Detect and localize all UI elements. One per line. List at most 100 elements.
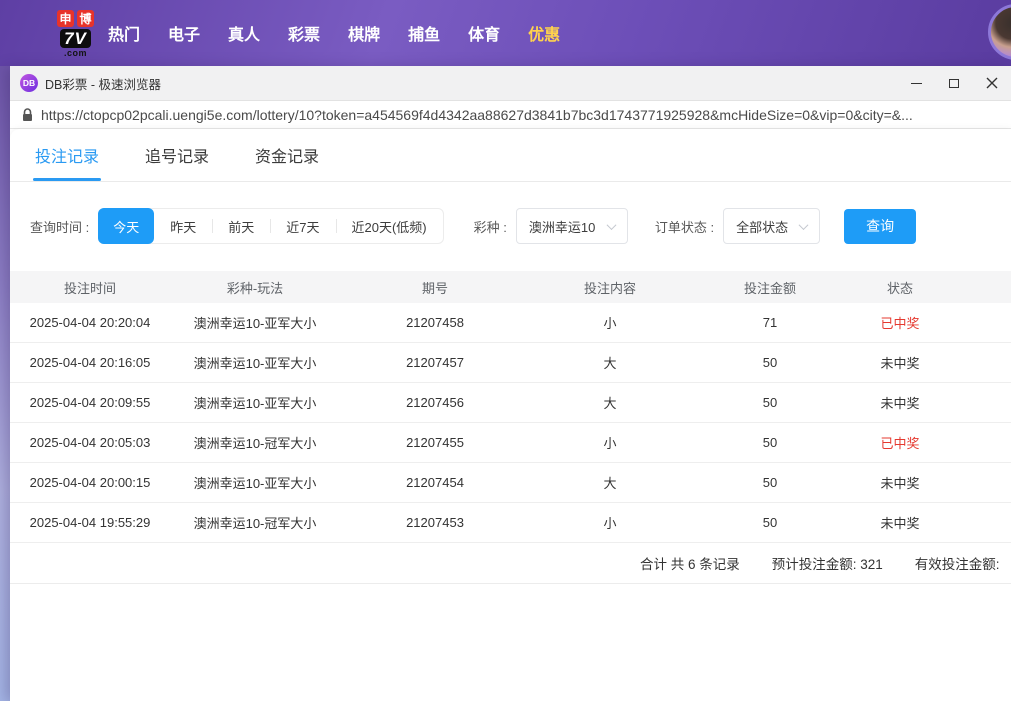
header-bet-amount: 投注金额 <box>690 278 850 297</box>
chevron-down-icon <box>788 223 807 230</box>
record-tabs: 投注记录追号记录资金记录 <box>10 129 1011 182</box>
url-text: https://ctopcp02pcali.uengi5e.com/lotter… <box>41 107 913 123</box>
logo-badge-2: 博 <box>77 10 94 27</box>
cell-bet-time: 2025-04-04 20:16:05 <box>10 355 170 370</box>
query-button[interactable]: 查询 <box>844 209 916 244</box>
cell-bet-content: 小 <box>530 313 690 332</box>
address-bar[interactable]: https://ctopcp02pcali.uengi5e.com/lotter… <box>10 101 1011 129</box>
user-avatar[interactable] <box>988 4 1011 60</box>
cell-bet-amount: 71 <box>690 315 850 330</box>
table-header-row: 投注时间 彩种-玩法 期号 投注内容 投注金额 状态 <box>10 271 1011 303</box>
lock-icon[interactable] <box>22 108 33 122</box>
tab-bet-records[interactable]: 投注记录 <box>35 129 99 181</box>
status-filter-label: 订单状态 : <box>655 217 714 236</box>
nav-item-slots[interactable]: 电子 <box>168 21 200 45</box>
lottery-select-value: 澳洲幸运10 <box>529 217 595 236</box>
table-summary-row: 合计 共 6 条记录 预计投注金额: 321 有效投注金额: <box>10 543 1011 584</box>
table-row: 2025-04-04 19:55:29 澳洲幸运10-冠军大小 21207453… <box>10 503 1011 543</box>
table-row: 2025-04-04 20:20:04 澳洲幸运10-亚军大小 21207458… <box>10 303 1011 343</box>
cell-bet-content: 大 <box>530 473 690 492</box>
time-option-today[interactable]: 今天 <box>98 208 154 244</box>
window-titlebar: DB DB彩票 - 极速浏览器 <box>10 66 1011 101</box>
maximize-icon <box>949 79 959 88</box>
browser-window: DB DB彩票 - 极速浏览器 https://ctopcp02pcali.ue… <box>10 66 1011 701</box>
cell-bet-time: 2025-04-04 20:09:55 <box>10 395 170 410</box>
header-game-play: 彩种-玩法 <box>170 278 340 297</box>
cell-bet-content: 大 <box>530 393 690 412</box>
cell-status: 未中奖 <box>850 393 950 412</box>
time-option-yesterday[interactable]: 昨天 <box>154 208 212 244</box>
filter-bar: 查询时间 : 今天昨天前天近7天近20天(低频) 彩种 : 澳洲幸运10 订单状… <box>10 182 1011 244</box>
cell-status: 已中奖 <box>850 313 950 332</box>
site-logo[interactable]: 申 博 7V .com <box>57 10 94 57</box>
cell-status: 未中奖 <box>850 473 950 492</box>
nav-item-hot[interactable]: 热门 <box>108 21 140 45</box>
time-filter-group: 今天昨天前天近7天近20天(低频) <box>98 208 443 244</box>
records-card: 投注记录追号记录资金记录 查询时间 : 今天昨天前天近7天近20天(低频) 彩种… <box>10 129 1011 701</box>
cell-game-play: 澳洲幸运10-亚军大小 <box>170 473 340 492</box>
summary-expected-amount: 预计投注金额: 321 <box>772 553 883 573</box>
nav-item-lottery[interactable]: 彩票 <box>288 21 320 45</box>
header-bet-time: 投注时间 <box>10 278 170 297</box>
window-title: DB彩票 - 极速浏览器 <box>45 74 161 93</box>
cell-game-play: 澳洲幸运10-冠军大小 <box>170 513 340 532</box>
close-icon <box>986 77 998 89</box>
window-controls <box>897 66 1011 100</box>
cell-issue: 21207455 <box>340 435 530 450</box>
time-filter-label: 查询时间 : <box>30 217 89 236</box>
tab-fund-records[interactable]: 资金记录 <box>255 129 319 181</box>
cell-status: 未中奖 <box>850 513 950 532</box>
cell-issue: 21207453 <box>340 515 530 530</box>
cell-bet-amount: 50 <box>690 515 850 530</box>
cell-bet-content: 小 <box>530 433 690 452</box>
tab-chase-records[interactable]: 追号记录 <box>145 129 209 181</box>
logo-badges: 申 博 <box>57 10 94 27</box>
nav-item-sports[interactable]: 体育 <box>468 21 500 45</box>
time-option-last20days[interactable]: 近20天(低频) <box>336 208 443 244</box>
minimize-icon <box>911 83 922 84</box>
order-status-value: 全部状态 <box>736 217 788 236</box>
bet-records-table: 投注时间 彩种-玩法 期号 投注内容 投注金额 状态 2025-04-04 20… <box>10 271 1011 584</box>
nav-item-live[interactable]: 真人 <box>228 21 260 45</box>
main-nav: 热门 电子 真人 彩票 棋牌 捕鱼 体育 优惠 <box>108 21 560 45</box>
summary-total-records: 合计 共 6 条记录 <box>640 553 740 573</box>
cell-bet-amount: 50 <box>690 395 850 410</box>
header-bet-content: 投注内容 <box>530 278 690 297</box>
cell-bet-content: 大 <box>530 353 690 372</box>
table-row: 2025-04-04 20:09:55 澳洲幸运10-亚军大小 21207456… <box>10 383 1011 423</box>
site-header: 申 博 7V .com 热门 电子 真人 彩票 棋牌 捕鱼 体育 优惠 <box>0 0 1011 66</box>
order-status-select[interactable]: 全部状态 <box>723 208 820 244</box>
page-content: 投注记录追号记录资金记录 查询时间 : 今天昨天前天近7天近20天(低频) 彩种… <box>10 129 1011 701</box>
nav-item-promo[interactable]: 优惠 <box>528 21 560 45</box>
minimize-button[interactable] <box>897 66 935 100</box>
lottery-filter-label: 彩种 : <box>474 217 507 236</box>
cell-status: 已中奖 <box>850 433 950 452</box>
logo-suffix: .com <box>64 50 87 57</box>
table-row: 2025-04-04 20:16:05 澳洲幸运10-亚军大小 21207457… <box>10 343 1011 383</box>
lottery-select[interactable]: 澳洲幸运10 <box>516 208 628 244</box>
time-option-day-before[interactable]: 前天 <box>212 208 270 244</box>
maximize-button[interactable] <box>935 66 973 100</box>
cell-bet-amount: 50 <box>690 435 850 450</box>
cell-game-play: 澳洲幸运10-亚军大小 <box>170 353 340 372</box>
cell-issue: 21207454 <box>340 475 530 490</box>
cell-bet-content: 小 <box>530 513 690 532</box>
nav-item-fishing[interactable]: 捕鱼 <box>408 21 440 45</box>
nav-item-cards[interactable]: 棋牌 <box>348 21 380 45</box>
header-issue: 期号 <box>340 278 530 297</box>
cell-game-play: 澳洲幸运10-冠军大小 <box>170 433 340 452</box>
cell-issue: 21207457 <box>340 355 530 370</box>
logo-badge-1: 申 <box>57 10 74 27</box>
cell-bet-time: 2025-04-04 20:05:03 <box>10 435 170 450</box>
cell-game-play: 澳洲幸运10-亚军大小 <box>170 393 340 412</box>
cell-issue: 21207456 <box>340 395 530 410</box>
cell-game-play: 澳洲幸运10-亚军大小 <box>170 313 340 332</box>
time-option-last7days[interactable]: 近7天 <box>270 208 335 244</box>
close-button[interactable] <box>973 66 1011 100</box>
table-row: 2025-04-04 20:05:03 澳洲幸运10-冠军大小 21207455… <box>10 423 1011 463</box>
logo-text: 7V <box>60 29 91 48</box>
chevron-down-icon <box>596 223 615 230</box>
cell-bet-amount: 50 <box>690 475 850 490</box>
cell-bet-time: 2025-04-04 20:20:04 <box>10 315 170 330</box>
table-row: 2025-04-04 20:00:15 澳洲幸运10-亚军大小 21207454… <box>10 463 1011 503</box>
